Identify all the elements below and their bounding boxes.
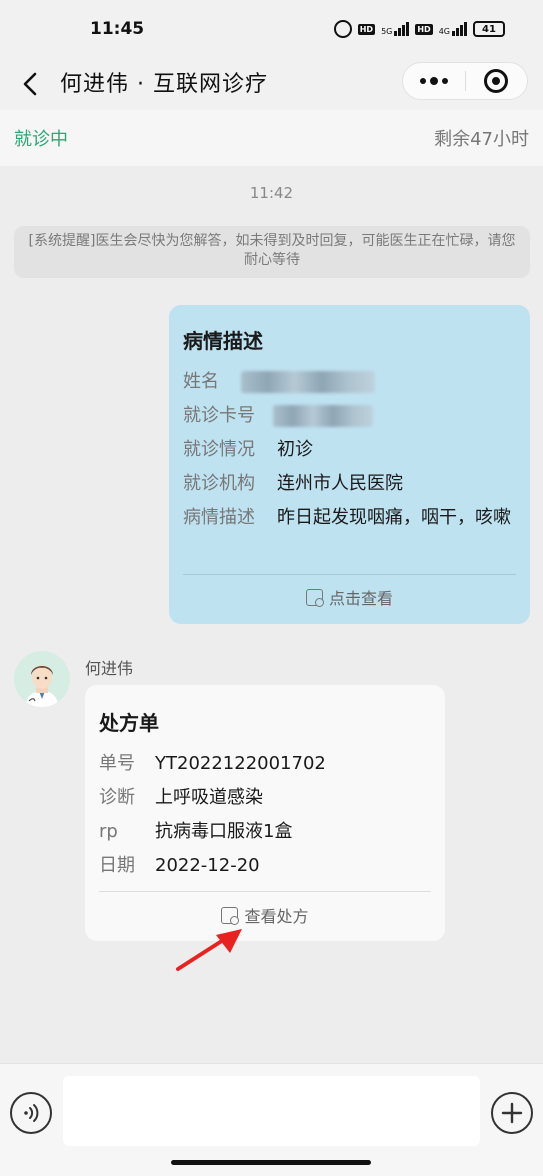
back-arrow-icon[interactable] bbox=[18, 72, 42, 96]
view-prescription-button[interactable]: 查看处方 bbox=[85, 903, 445, 927]
rx-row: rp 抗病毒口服液1盒 bbox=[99, 818, 431, 846]
page-title: 何进伟 · 互联网诊疗 bbox=[60, 72, 268, 97]
symptom-row: 病情描述 昨日起发现咽痛，咽干，咳嗽 bbox=[183, 504, 516, 532]
prescription-title: 处方单 bbox=[99, 711, 159, 735]
hd-badge: HD bbox=[357, 23, 376, 35]
signal-5g-icon: 5G bbox=[381, 22, 410, 36]
document-search-icon bbox=[305, 588, 324, 607]
card-divider bbox=[183, 574, 516, 575]
system-notice: [系统提醒]医生会尽快为您解答，如未得到及时回复，可能医生正在忙碌，请您耐心等待 bbox=[14, 226, 530, 278]
home-indicator bbox=[171, 1160, 371, 1165]
status-time: 11:45 bbox=[90, 19, 145, 39]
rx-row-key: 日期 bbox=[99, 855, 135, 876]
prescription-card[interactable]: 处方单 单号 YT2022122001702 诊断 上呼吸道感染 rp 抗病毒口… bbox=[85, 685, 445, 941]
alarm-icon bbox=[333, 20, 352, 38]
rx-row-value: 上呼吸道感染 bbox=[155, 787, 263, 808]
voice-input-button[interactable] bbox=[10, 1092, 52, 1134]
institution-value: 连州市人民医院 bbox=[277, 473, 403, 494]
consultation-status: 就诊中 bbox=[14, 129, 68, 150]
nav-bar: 何进伟 · 互联网诊疗 bbox=[0, 58, 543, 110]
rx-row: 日期 2022-12-20 bbox=[99, 852, 431, 880]
view-prescription-label: 查看处方 bbox=[244, 907, 309, 926]
card-title: 病情描述 bbox=[183, 329, 263, 353]
document-search-icon bbox=[221, 906, 240, 925]
blurred-name bbox=[241, 371, 375, 393]
more-icon[interactable] bbox=[403, 62, 465, 100]
signal-4g-icon: 4G bbox=[439, 22, 467, 36]
view-description-button[interactable]: 点击查看 bbox=[169, 585, 530, 609]
close-capsule-icon[interactable] bbox=[466, 62, 527, 100]
annotation-arrow-icon bbox=[176, 929, 242, 971]
visit-type-row: 就诊情况 初诊 bbox=[183, 436, 516, 464]
add-attachment-button[interactable] bbox=[491, 1092, 533, 1134]
visit-type-value: 初诊 bbox=[277, 439, 313, 460]
name-row: 姓名 bbox=[183, 368, 516, 396]
status-bar: 11:45 HD 5G HD 4G 41 bbox=[0, 0, 543, 58]
hd-badge-2: HD bbox=[415, 23, 433, 35]
card-divider bbox=[99, 891, 431, 892]
view-description-label: 点击查看 bbox=[328, 589, 393, 608]
consultation-status-bar: 就诊中 剩余47小时 bbox=[0, 110, 543, 166]
card-number-row: 就诊卡号 bbox=[183, 402, 516, 430]
battery-icon: 41 bbox=[473, 21, 505, 37]
rx-row: 单号 YT2022122001702 bbox=[99, 750, 431, 778]
symptom-value: 昨日起发现咽痛，咽干，咳嗽 bbox=[277, 507, 511, 528]
message-input[interactable] bbox=[63, 1076, 480, 1146]
condition-description-card[interactable]: 病情描述 姓名 就诊卡号 就诊情况 初诊 就诊机构 连州市人民医院 病情描述 昨… bbox=[169, 305, 530, 624]
rx-row-value: YT2022122001702 bbox=[155, 753, 326, 774]
rx-row-value: 2022-12-20 bbox=[155, 855, 260, 876]
card-number-label: 就诊卡号 bbox=[183, 405, 255, 426]
rx-row-key: 单号 bbox=[99, 753, 135, 774]
visit-type-label: 就诊情况 bbox=[183, 439, 255, 460]
plus-icon bbox=[501, 1102, 523, 1124]
rx-row-key: rp bbox=[99, 821, 118, 842]
rx-row-key: 诊断 bbox=[99, 787, 135, 808]
status-icons: HD 5G HD 4G 41 bbox=[333, 20, 505, 38]
rx-row: 诊断 上呼吸道感染 bbox=[99, 784, 431, 812]
time-remaining: 剩余47小时 bbox=[434, 129, 529, 150]
rx-row-value: 抗病毒口服液1盒 bbox=[155, 821, 293, 842]
voice-icon bbox=[24, 1104, 39, 1122]
chat-timestamp: 11:42 bbox=[249, 184, 294, 202]
blurred-card-number bbox=[273, 405, 373, 427]
doctor-name: 何进伟 bbox=[85, 659, 134, 678]
doctor-avatar[interactable] bbox=[14, 651, 70, 707]
mini-program-capsule bbox=[402, 62, 528, 100]
institution-label: 就诊机构 bbox=[183, 473, 255, 494]
institution-row: 就诊机构 连州市人民医院 bbox=[183, 470, 516, 498]
